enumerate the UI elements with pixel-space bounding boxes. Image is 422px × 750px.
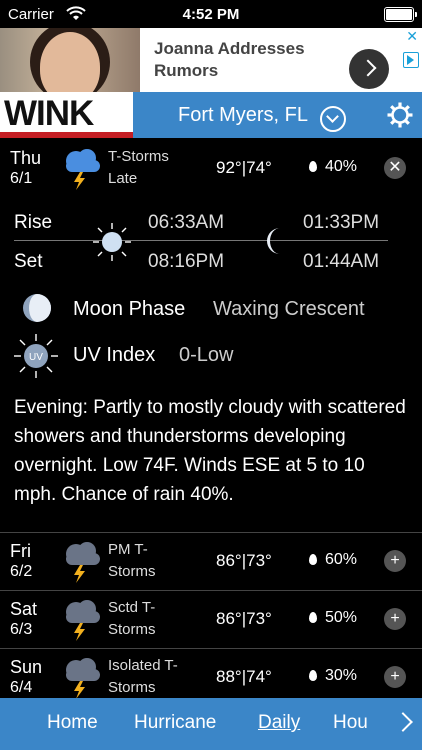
thunderstorm-icon [66, 600, 100, 641]
chevron-down-icon[interactable] [320, 106, 346, 132]
thunderstorm-icon [66, 149, 100, 190]
sunset-time: 08:16PM [148, 251, 225, 272]
forecast-narrative: Evening: Partly to mostly cloudy with sc… [14, 397, 406, 505]
location-selector[interactable]: Fort Myers, FL [178, 104, 308, 127]
sunrise-time: 06:33AM [148, 212, 225, 233]
expand-button[interactable]: + [384, 550, 406, 572]
day-temps: 86°|73° [216, 609, 272, 628]
day-date: 6/2 [10, 563, 33, 580]
rain-chance: 50% [309, 609, 357, 627]
moonset-time: 01:44AM [303, 251, 380, 272]
ad-close-icon[interactable]: ✕ [406, 28, 418, 45]
set-label: Set [14, 251, 43, 272]
ad-thumbnail[interactable] [0, 28, 140, 92]
nav-home[interactable]: Home [47, 712, 98, 734]
day-condition: PM T-Storms [108, 541, 156, 580]
ad-banner[interactable]: Joanna Addresses Rumors ✕ [0, 28, 422, 92]
uv-index-label: UV Index [73, 344, 156, 366]
rain-chance: 30% [309, 667, 357, 685]
day-date: 6/3 [10, 621, 33, 638]
nav-daily[interactable]: Daily [258, 712, 300, 734]
day-temps: 86°|73° [216, 551, 272, 570]
wink-logo: WINK [0, 92, 133, 138]
moon-icon [267, 228, 280, 254]
ad-info-icon[interactable] [403, 52, 419, 68]
day-name: Sat [10, 599, 38, 619]
uv-badge-text: UV [29, 352, 43, 363]
uv-index-value: 0-Low [179, 344, 234, 366]
ad-headline[interactable]: Joanna Addresses Rumors [154, 38, 354, 82]
thunderstorm-icon [66, 542, 100, 583]
day-name: Fri [10, 541, 31, 561]
rain-chance: 40% [309, 158, 357, 176]
day-temps: 88°|74° [216, 667, 272, 686]
chevron-right-icon[interactable] [393, 712, 413, 732]
moon-phase-label: Moon Phase [73, 298, 186, 320]
moonrise-time: 01:33PM [303, 212, 380, 233]
rain-chance: 60% [309, 551, 357, 569]
today-row[interactable]: Thu 6/1 T-Storms Late 92°|74° 40% ✕ [0, 140, 422, 198]
nav-hurricane[interactable]: Hurricane [134, 712, 216, 734]
raindrop-icon [309, 612, 317, 623]
adchoices-icon[interactable]: ✕ [402, 28, 422, 92]
day-row-sat[interactable]: Sat 6/3 Sctd T-Storms 86°|73° 50% + [0, 591, 422, 649]
day-name: Thu [10, 148, 42, 168]
uv-icon: UV [14, 334, 58, 378]
bottom-nav: Home Hurricane Daily Hou [0, 698, 422, 750]
moon-phase-icon [23, 294, 51, 322]
collapse-button[interactable]: ✕ [384, 157, 406, 179]
raindrop-icon [309, 670, 317, 681]
clock: 4:52 PM [182, 6, 240, 23]
day-condition: Isolated T-Storms [108, 657, 178, 696]
day-date: 6/1 [10, 170, 33, 187]
expand-button[interactable]: + [384, 608, 406, 630]
day-date: 6/4 [10, 679, 33, 696]
status-bar: Carrier 4:52 PM [0, 0, 422, 28]
gear-icon[interactable] [386, 101, 414, 129]
expand-button[interactable]: + [384, 666, 406, 688]
ad-arrow-button[interactable] [349, 49, 389, 89]
raindrop-icon [309, 554, 317, 565]
day-row-fri[interactable]: Fri 6/2 PM T-Storms 86°|73° 60% + [0, 533, 422, 591]
horizon-line [14, 240, 388, 241]
rise-label: Rise [14, 212, 53, 233]
nav-hourly[interactable]: Hou [333, 712, 368, 734]
day-temps: 92°|74° [216, 158, 272, 177]
day-condition: Sctd T-Storms [108, 599, 156, 638]
thunderstorm-icon [66, 658, 100, 699]
day-condition: T-Storms Late [108, 148, 169, 187]
app-header: WINK Fort Myers, FL [0, 92, 422, 138]
sun-icon [93, 223, 131, 261]
raindrop-icon [309, 161, 317, 172]
battery-icon [384, 7, 417, 22]
day-name: Sun [10, 657, 43, 677]
moon-phase-value: Waxing Crescent [213, 298, 365, 320]
